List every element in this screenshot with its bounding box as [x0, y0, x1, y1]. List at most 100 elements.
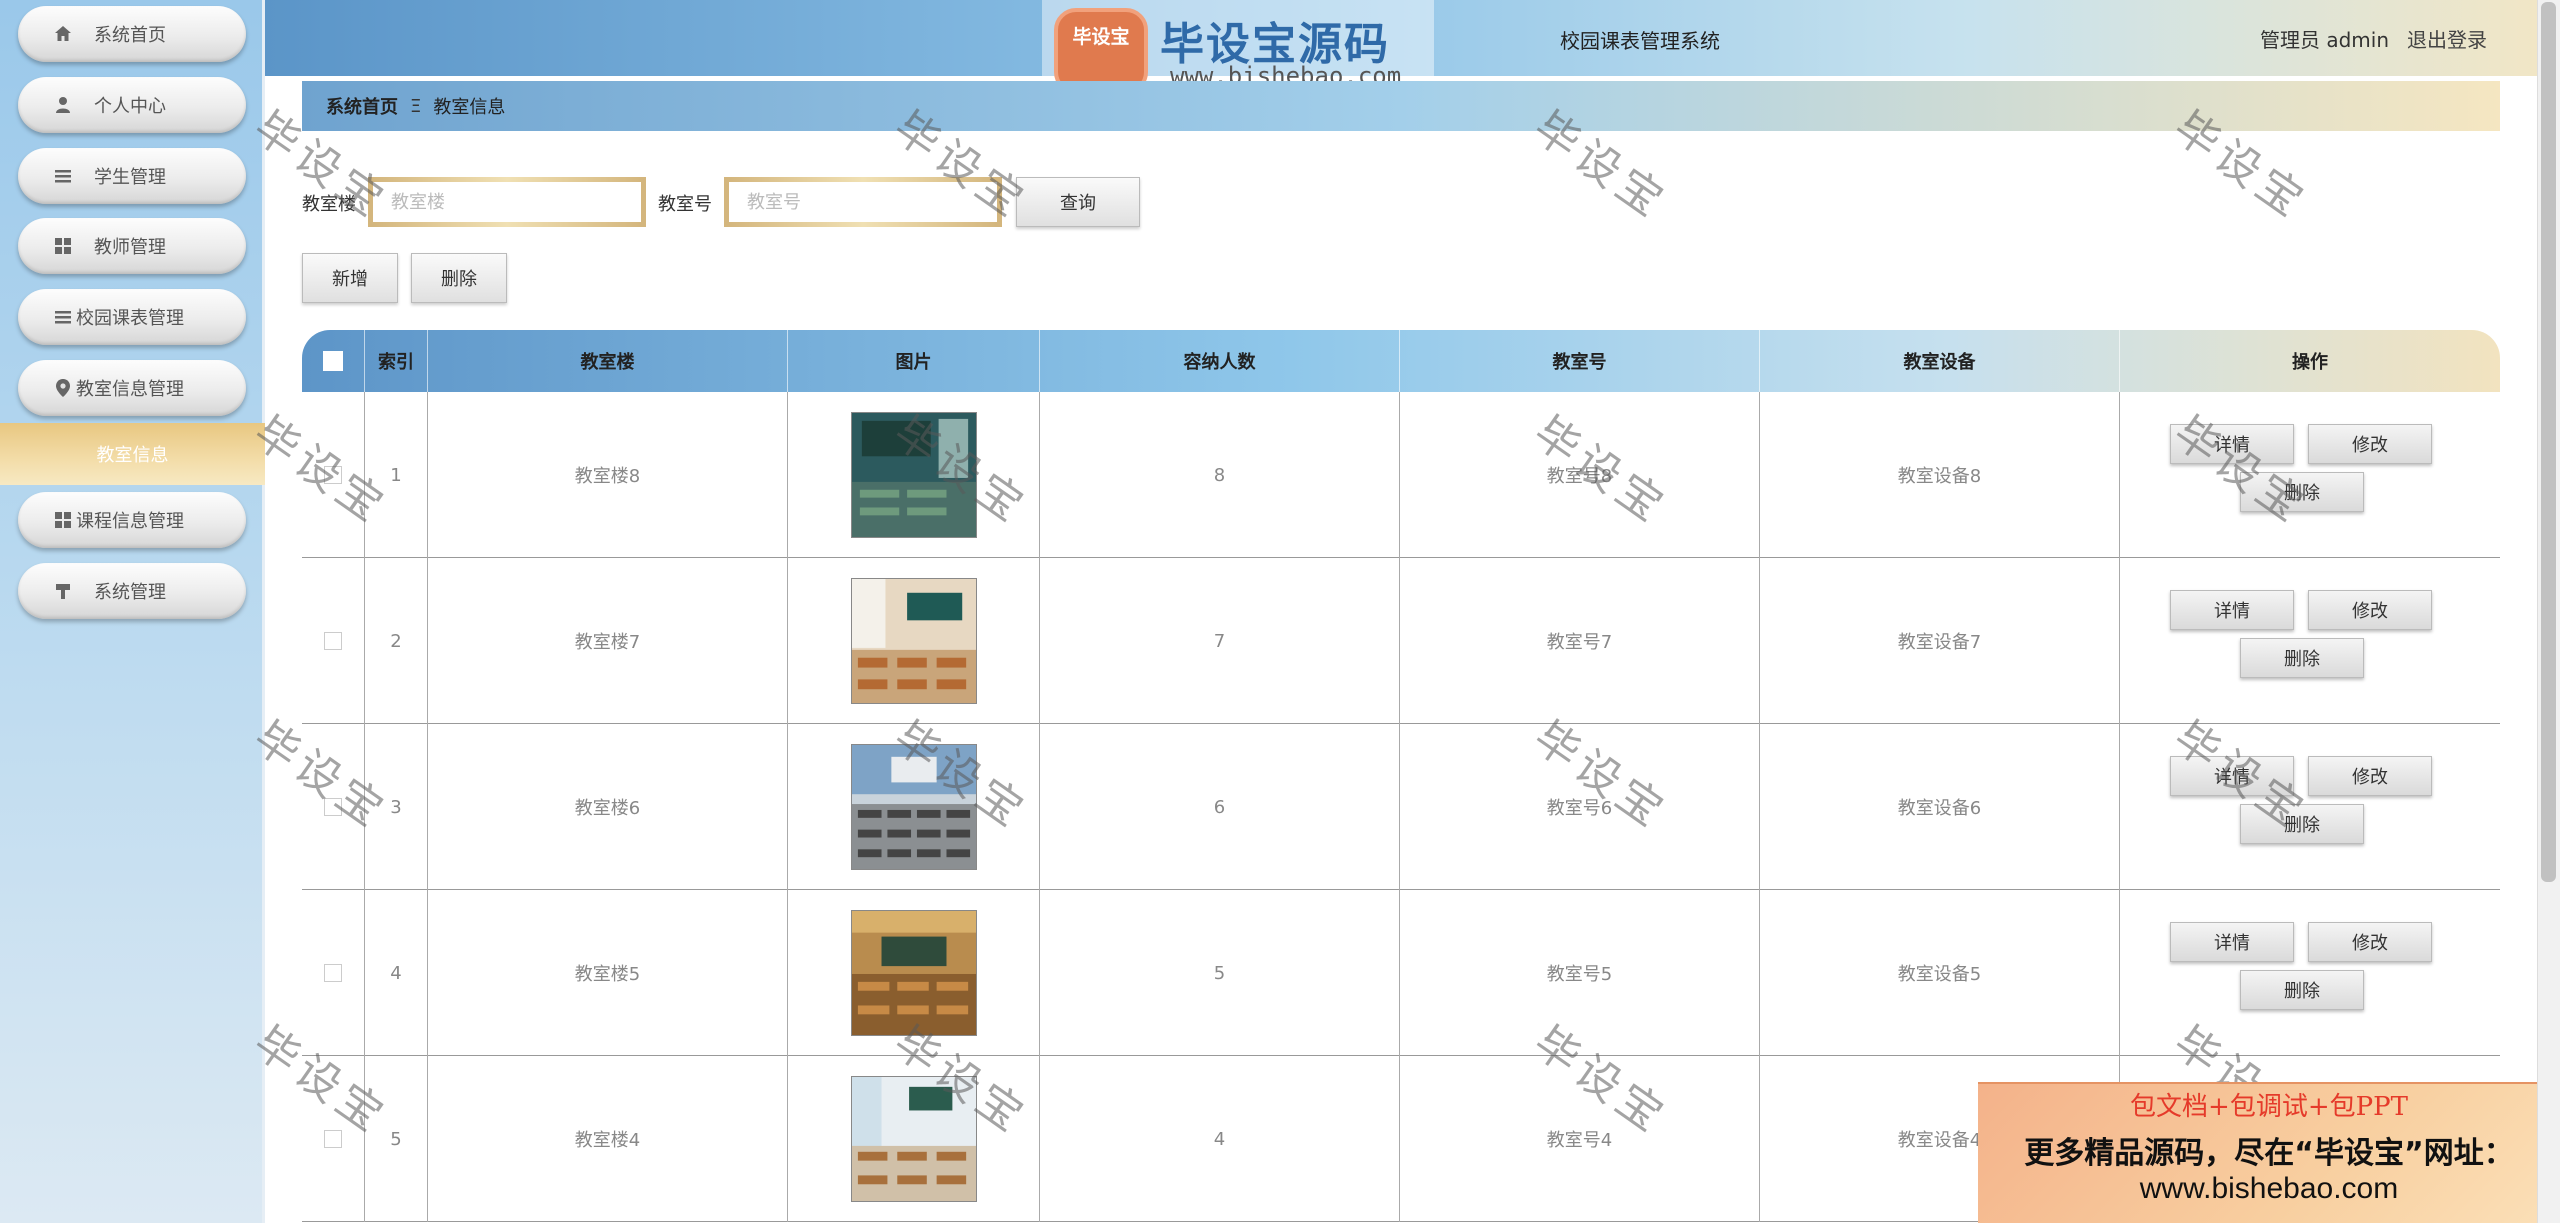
row-room: 教室号8: [1400, 392, 1760, 558]
sidebar-item-home[interactable]: 系统首页: [18, 6, 246, 62]
row-actions-cell: 详情 修改 删除: [2120, 890, 2500, 1056]
row-select-cell: [302, 558, 365, 724]
select-all-cell: [302, 330, 365, 392]
row-select-cell: [302, 890, 365, 1056]
row-building: 教室楼4: [428, 1056, 788, 1222]
row-delete-button[interactable]: 删除: [2240, 472, 2364, 512]
row-select-cell: [302, 724, 365, 890]
row-checkbox[interactable]: [324, 632, 342, 650]
table-header: 索引 教室楼 图片 容纳人数 教室号 教室设备 操作: [302, 330, 2500, 392]
row-delete-button[interactable]: 删除: [2240, 970, 2364, 1010]
edit-button[interactable]: 修改: [2308, 424, 2432, 464]
building-search-input[interactable]: [368, 177, 646, 227]
row-index: 4: [365, 890, 428, 1056]
classroom-image: [850, 744, 977, 870]
row-checkbox[interactable]: [324, 964, 342, 982]
delete-button[interactable]: 删除: [411, 253, 507, 303]
row-equipment: 教室设备5: [1760, 890, 2120, 1056]
building-label: 教室楼: [302, 194, 356, 215]
header-equipment: 教室设备: [1760, 330, 2120, 392]
row-index: 1: [365, 392, 428, 558]
breadcrumb-home[interactable]: 系统首页: [326, 93, 398, 119]
sidebar-item-label: 校园课表管理: [76, 308, 184, 329]
grid-icon: [52, 509, 74, 531]
header-image: 图片: [788, 330, 1040, 392]
list-icon: [52, 306, 74, 328]
edit-button[interactable]: 修改: [2308, 590, 2432, 630]
table-row: 4 教室楼5 5 教室号5 教室设备5 详情 修改 删除: [302, 890, 2500, 1056]
detail-button[interactable]: 详情: [2170, 424, 2294, 464]
sidebar-item-system[interactable]: 系统管理: [18, 563, 246, 619]
row-capacity: 6: [1040, 724, 1400, 890]
sidebar-subitem-classroom-info[interactable]: 教室信息: [0, 423, 265, 485]
logout-link[interactable]: 退出登录: [2407, 28, 2487, 52]
scrollbar-thumb[interactable]: [2541, 2, 2556, 882]
row-capacity: 8: [1040, 392, 1400, 558]
detail-button[interactable]: 详情: [2170, 590, 2294, 630]
row-building: 教室楼8: [428, 392, 788, 558]
add-button[interactable]: 新增: [302, 253, 398, 303]
row-image-cell: [788, 890, 1040, 1056]
user-area: 管理员 admin 退出登录: [2260, 24, 2487, 53]
row-delete-button[interactable]: 删除: [2240, 804, 2364, 844]
classroom-image: [850, 412, 977, 538]
row-index: 3: [365, 724, 428, 890]
header-capacity: 容纳人数: [1040, 330, 1400, 392]
room-search-input[interactable]: [724, 177, 1002, 227]
sidebar-item-schedule[interactable]: 校园课表管理: [18, 289, 246, 345]
app-title: 校园课表管理系统: [1560, 29, 1720, 53]
promo-line-3: www.bishebao.com: [2139, 1172, 2399, 1205]
row-checkbox[interactable]: [324, 1130, 342, 1148]
sidebar-item-classroom[interactable]: 教室信息管理: [18, 360, 246, 416]
edit-button[interactable]: 修改: [2308, 922, 2432, 962]
query-button[interactable]: 查询: [1016, 177, 1140, 227]
row-actions-cell: 详情 修改 删除: [2120, 724, 2500, 890]
sidebar-item-students[interactable]: 学生管理: [18, 148, 246, 204]
row-room: 教室号7: [1400, 558, 1760, 724]
row-select-cell: [302, 392, 365, 558]
vertical-scrollbar[interactable]: [2537, 0, 2560, 1223]
grid-icon: [52, 235, 74, 257]
row-capacity: 7: [1040, 558, 1400, 724]
row-index: 2: [365, 558, 428, 724]
classroom-image: [850, 1076, 977, 1202]
sidebar-item-profile[interactable]: 个人中心: [18, 77, 246, 133]
row-delete-button[interactable]: 删除: [2240, 638, 2364, 678]
row-equipment: 教室设备8: [1760, 392, 2120, 558]
header-building: 教室楼: [428, 330, 788, 392]
row-actions-cell: 详情 修改 删除: [2120, 558, 2500, 724]
row-room: 教室号6: [1400, 724, 1760, 890]
detail-button[interactable]: 详情: [2170, 922, 2294, 962]
sidebar-item-label: 个人中心: [94, 96, 166, 117]
table-row: 3 教室楼6 6 教室号6 教室设备6 详情 修改 删除: [302, 724, 2500, 890]
edit-button[interactable]: 修改: [2308, 756, 2432, 796]
row-building: 教室楼5: [428, 890, 788, 1056]
user-icon: [52, 94, 74, 116]
breadcrumb-separator: Ξ: [410, 95, 422, 117]
row-capacity: 4: [1040, 1056, 1400, 1222]
sidebar-item-courses[interactable]: 课程信息管理: [18, 492, 246, 548]
header-actions: 操作: [2292, 352, 2328, 373]
promo-banner: 包文档+包调试+包PPT 更多精品源码，尽在“毕设宝”网址： www.bishe…: [1978, 1082, 2560, 1223]
user-label: 管理员 admin: [2259, 28, 2389, 52]
sidebar-item-label: 学生管理: [94, 167, 166, 188]
row-image-cell: [788, 1056, 1040, 1222]
row-checkbox[interactable]: [324, 798, 342, 816]
row-image-cell: [788, 392, 1040, 558]
detail-button[interactable]: 详情: [2170, 756, 2294, 796]
sidebar-item-label: 教师管理: [94, 237, 166, 258]
row-image-cell: [788, 558, 1040, 724]
promo-line-1: 包文档+包调试+包PPT: [2130, 1092, 2408, 1122]
sidebar-item-label: 系统管理: [94, 582, 166, 603]
location-icon: [52, 377, 74, 399]
row-image-cell: [788, 724, 1040, 890]
row-checkbox[interactable]: [324, 466, 342, 484]
row-capacity: 5: [1040, 890, 1400, 1056]
sidebar-item-teachers[interactable]: 教师管理: [18, 218, 246, 274]
sidebar-item-label: 系统首页: [94, 25, 166, 46]
select-all-checkbox[interactable]: [323, 351, 343, 371]
breadcrumb: 系统首页 Ξ 教室信息: [302, 81, 2500, 131]
settings-icon: [52, 580, 74, 602]
classroom-image: [850, 578, 977, 704]
row-actions-cell: 详情 修改 删除: [2120, 392, 2500, 558]
